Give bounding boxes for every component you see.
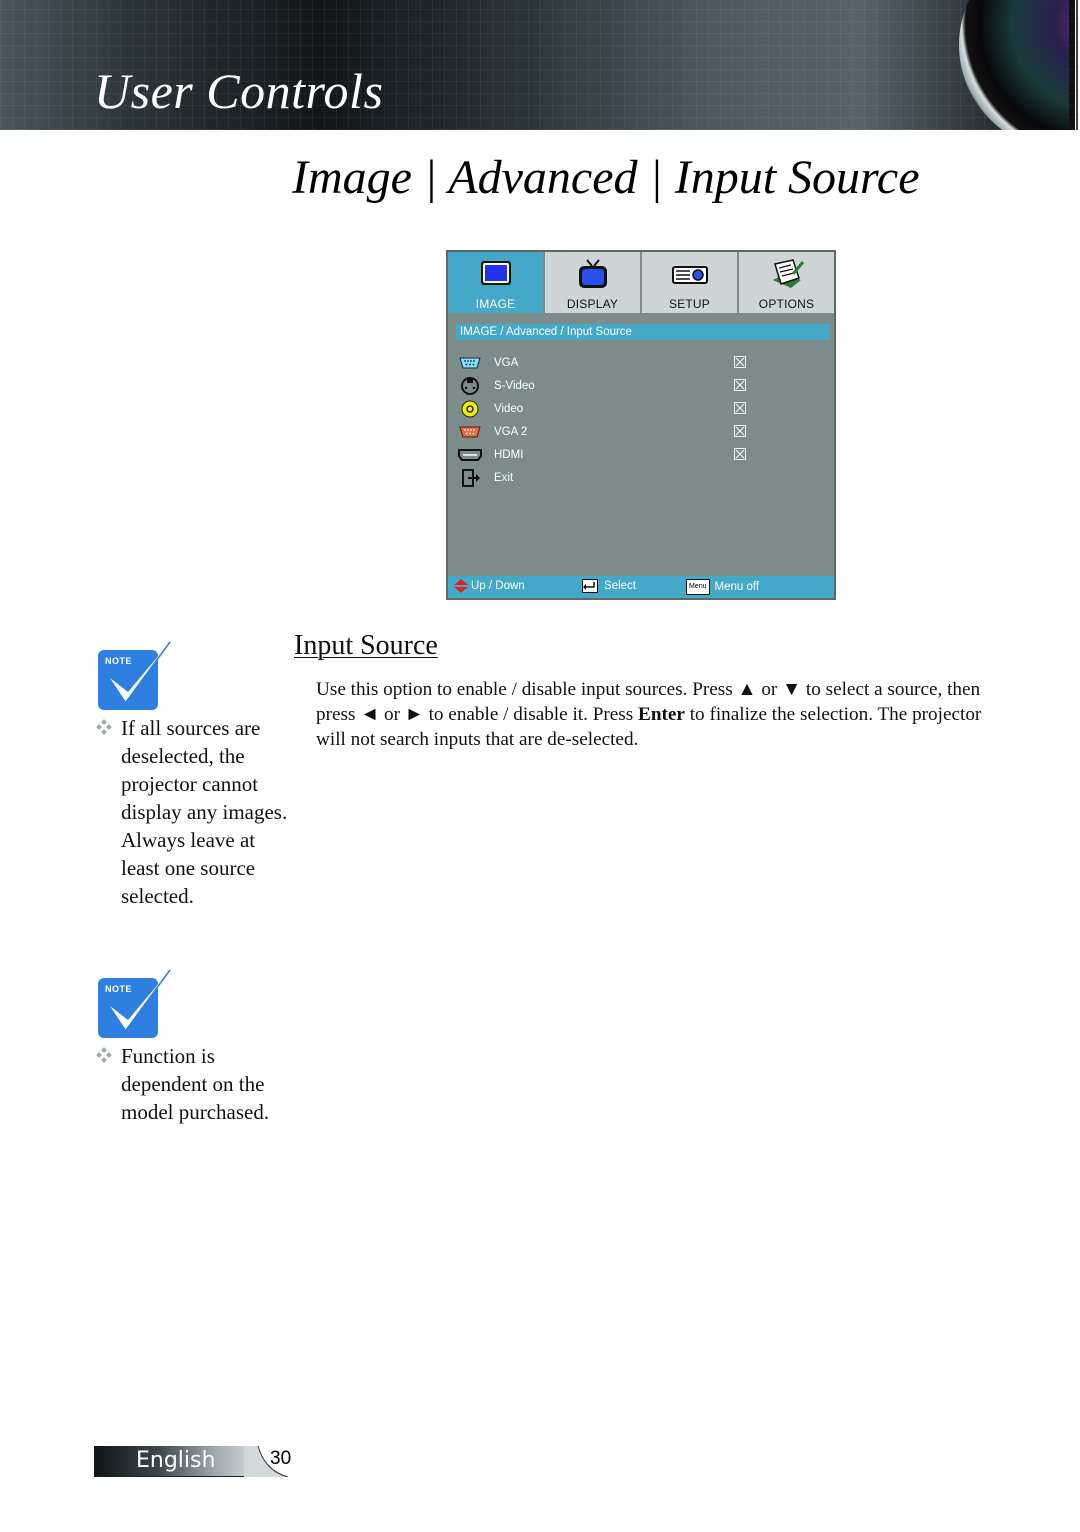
header-banner: User Controls <box>0 0 1075 130</box>
tab-setup[interactable]: SETUP <box>642 252 739 313</box>
source-item-vga2[interactable]: VGA 2 <box>458 420 828 443</box>
note-text: Function is dependent on the model purch… <box>121 1044 270 1124</box>
note-text: If all sources are deselected, the proje… <box>121 716 288 908</box>
source-item-video[interactable]: Video <box>458 397 828 420</box>
exit-icon <box>462 468 480 487</box>
source-checkbox[interactable] <box>734 379 746 391</box>
tab-image[interactable]: IMAGE <box>448 252 545 313</box>
osd-tabs: IMAGE DISPLAY SETUP OPTIONS <box>448 252 834 313</box>
banner-title: User Controls <box>94 63 384 119</box>
checkmark-icon <box>110 969 171 1031</box>
source-checkbox[interactable] <box>734 402 746 414</box>
lens-graphic <box>919 0 1069 130</box>
source-label: VGA 2 <box>494 425 528 438</box>
tab-display[interactable]: DISPLAY <box>545 252 642 313</box>
updown-hint: Up / Down <box>454 579 525 593</box>
menu-key-icon: Menu <box>686 579 710 595</box>
section-body: Use this option to enable / disable inpu… <box>316 677 986 752</box>
osd-statusbar: Up / Down Select Menu Menu off <box>448 576 834 598</box>
checkmark-icon <box>110 641 171 703</box>
menu-item-exit[interactable]: Exit <box>458 466 828 489</box>
note-icon: NOTE <box>98 968 172 1040</box>
source-label: Video <box>494 402 524 415</box>
select-label: Select <box>604 580 636 592</box>
tab-label: DISPLAY <box>566 297 619 311</box>
section-title: Input Source <box>294 630 438 661</box>
projector-icon <box>671 266 708 284</box>
menuoff-hint: Menu Menu off <box>686 579 759 595</box>
vga-port-icon <box>459 357 481 368</box>
diamond-bullet-icon <box>96 719 112 735</box>
enter-keyword: Enter <box>638 704 685 725</box>
source-list: VGA S-Video Video VGA 2 HDMI Exit <box>458 351 828 489</box>
source-label: VGA <box>494 356 519 369</box>
menuoff-label: Menu off <box>714 581 760 593</box>
vga2-port-icon <box>459 426 481 437</box>
source-label: HDMI <box>494 448 524 461</box>
banner-rule <box>1076 0 1078 130</box>
notepad-icon <box>772 259 804 288</box>
page-number: 30 <box>270 1448 292 1469</box>
source-checkbox[interactable] <box>734 356 746 368</box>
page-heading: Image | Advanced | Input Source <box>292 151 920 204</box>
osd-breadcrumb: IMAGE / Advanced / Input Source <box>456 324 830 340</box>
enter-key-icon <box>582 579 598 593</box>
tab-label: SETUP <box>668 297 710 311</box>
updown-label: Up / Down <box>471 580 525 592</box>
diamond-bullet-icon <box>96 1047 112 1063</box>
source-checkbox[interactable] <box>734 448 746 460</box>
tab-label: OPTIONS <box>758 297 815 311</box>
tv-icon <box>578 259 607 288</box>
footer-language: English <box>136 1448 216 1473</box>
rca-port-icon <box>461 400 479 417</box>
source-item-svideo[interactable]: S-Video <box>458 374 828 397</box>
exit-label: Exit <box>494 471 514 484</box>
source-item-hdmi[interactable]: HDMI <box>458 443 828 466</box>
note-icon: NOTE <box>98 640 172 712</box>
osd-menu: IMAGE DISPLAY SETUP OPTIONS IMAGE / Adva… <box>446 250 836 600</box>
hdmi-port-icon <box>458 448 482 461</box>
source-label: S-Video <box>494 379 535 392</box>
select-hint: Select <box>582 579 636 593</box>
updown-arrows-icon <box>454 579 468 593</box>
page-footer: English 30 <box>94 1446 294 1478</box>
svideo-port-icon <box>461 376 479 395</box>
tab-options[interactable]: OPTIONS <box>739 252 834 313</box>
source-item-vga[interactable]: VGA <box>458 351 828 374</box>
tab-label: IMAGE <box>475 297 516 311</box>
source-checkbox[interactable] <box>734 425 746 437</box>
monitor-icon <box>480 261 511 285</box>
